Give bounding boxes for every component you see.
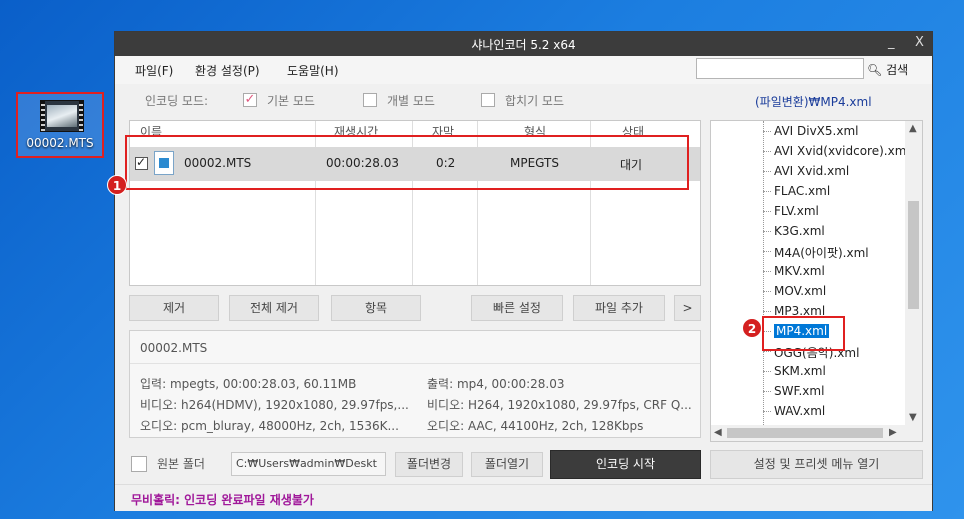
mode-individual-checkbox[interactable] (363, 93, 377, 107)
media-info-panel: 00002.MTS 입력: mpegts, 00:00:28.03, 60.11… (129, 330, 701, 438)
status-bar: 무비홀릭: 인코딩 완료파일 재생불가 (115, 484, 932, 511)
menu-help[interactable]: 도움말(H) (287, 62, 339, 79)
remove-button[interactable]: 제거 (129, 295, 219, 321)
info-filename: 00002.MTS (140, 341, 208, 355)
search-label: 검색 (886, 63, 909, 77)
desktop-file-label: 00002.MTS (26, 136, 94, 150)
output-path-field[interactable]: C:₩Users₩admin₩Deskt (231, 452, 386, 476)
scroll-down-icon[interactable]: ▼ (909, 412, 917, 423)
folder-change-button[interactable]: 폴더변경 (395, 452, 463, 477)
highlight-file-row (125, 135, 689, 190)
items-button[interactable]: 항목 (331, 295, 421, 321)
encoding-mode-label: 인코딩 모드: (145, 94, 209, 108)
scroll-up-icon[interactable]: ▲ (909, 123, 917, 134)
window-title: 샤나인코더 5.2 x64 (471, 38, 576, 52)
mode-merge-checkbox[interactable] (481, 93, 495, 107)
encoder-window: 샤나인코더 5.2 x64 _ X 파일(F) 환경 설정(P) 도움말(H) … (107, 31, 933, 511)
search-icon: 🔍︎ (867, 63, 883, 77)
preset-item[interactable]: AVI Xvid.xml (763, 164, 849, 178)
h-scroll-thumb[interactable] (727, 428, 883, 438)
search-input[interactable] (696, 58, 864, 79)
preset-item[interactable]: FLAC.xml (763, 184, 830, 198)
source-folder-checkbox[interactable] (131, 456, 147, 472)
preset-item[interactable]: AVI Xvid(xvidcore).xml (763, 144, 910, 158)
mode-basic-label: 기본 모드 (267, 94, 315, 108)
preset-item[interactable]: K3G.xml (763, 224, 825, 238)
remove-all-button[interactable]: 전체 제거 (229, 295, 319, 321)
preset-tree[interactable]: AVI DivX5.xml AVI Xvid(xvidcore).xml AVI… (710, 120, 923, 442)
status-message: 무비홀릭: 인코딩 완료파일 재생불가 (131, 493, 314, 507)
highlight-mp4-preset (762, 316, 845, 351)
minimize-button[interactable]: _ (888, 35, 895, 50)
step-1-badge: 1 (107, 175, 127, 195)
step-2-badge: 2 (742, 318, 762, 338)
menu-file[interactable]: 파일(F) (135, 62, 173, 79)
preset-item[interactable]: FLV.xml (763, 204, 819, 218)
preset-menu-button[interactable]: 설정 및 프리셋 메뉴 열기 (710, 450, 923, 479)
info-input: 입력: mpegts, 00:00:28.03, 60.11MB (140, 377, 357, 391)
title-bar: 샤나인코더 5.2 x64 _ X (115, 32, 932, 56)
folder-open-button[interactable]: 폴더열기 (471, 452, 543, 477)
scroll-thumb[interactable] (908, 201, 919, 309)
preset-item[interactable]: SKM.xml (763, 364, 826, 378)
preset-item[interactable]: MOV.xml (763, 284, 826, 298)
quick-settings-button[interactable]: 빠른 설정 (471, 295, 563, 321)
info-video-in: 비디오: h264(HDMV), 1920x1080, 29.97fps,... (140, 398, 409, 412)
info-audio-out: 오디오: AAC, 44100Hz, 2ch, 128Kbps (427, 419, 644, 433)
profile-path[interactable]: (파일변환)₩MP4.xml (755, 93, 872, 110)
info-output: 출력: mp4, 00:00:28.03 (427, 377, 565, 391)
mode-individual-label: 개별 모드 (387, 94, 435, 108)
mode-merge-label: 합치기 모드 (505, 94, 565, 108)
scroll-right-icon[interactable]: ▶ (889, 427, 897, 438)
preset-item[interactable]: AVI DivX5.xml (763, 124, 858, 138)
encoding-mode-row: 인코딩 모드: ✓ 기본 모드 개별 모드 합치기 모드 (파일변환)₩MP4.… (115, 86, 932, 114)
menu-bar: 파일(F) 환경 설정(P) 도움말(H) 🔍︎ 검색 (115, 56, 932, 84)
mode-basic-checkbox[interactable]: ✓ (243, 93, 257, 107)
preset-vertical-scrollbar[interactable]: ▲ ▼ (905, 121, 922, 425)
preset-item[interactable]: WAV.xml (763, 404, 825, 418)
start-encoding-button[interactable]: 인코딩 시작 (550, 450, 701, 479)
search-button[interactable]: 🔍︎ 검색 (867, 61, 908, 78)
info-video-out: 비디오: H264, 1920x1080, 29.97fps, CRF Q... (427, 398, 692, 412)
close-button[interactable]: X (915, 35, 924, 50)
preset-item[interactable]: M4A(아이팟).xml (763, 244, 869, 261)
preset-horizontal-scrollbar[interactable]: ◀ ▶ (711, 425, 922, 441)
preset-item[interactable]: SWF.xml (763, 384, 824, 398)
source-folder-label: 원본 폴더 (157, 457, 205, 471)
more-button[interactable]: > (674, 295, 701, 321)
info-audio-in: 오디오: pcm_bluray, 48000Hz, 2ch, 1536K... (140, 419, 399, 433)
video-thumbnail-icon (40, 100, 84, 132)
scroll-left-icon[interactable]: ◀ (714, 427, 722, 438)
preset-item[interactable]: MKV.xml (763, 264, 825, 278)
menu-settings[interactable]: 환경 설정(P) (195, 62, 260, 79)
desktop-file-icon[interactable]: 00002.MTS (16, 92, 104, 158)
add-file-button[interactable]: 파일 추가 (573, 295, 665, 321)
